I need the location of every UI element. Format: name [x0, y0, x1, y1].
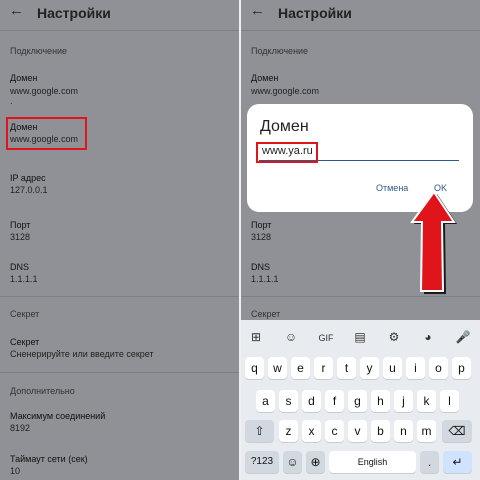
setting-title: DNS	[251, 262, 271, 272]
key-g[interactable]: g	[348, 390, 367, 412]
divider	[0, 372, 239, 373]
setting-value: 8192	[10, 423, 31, 433]
gif-icon[interactable]: GIF	[317, 333, 335, 343]
emoji-key-icon[interactable]: ☺	[283, 451, 302, 473]
setting-title: Порт	[10, 220, 31, 230]
key-p[interactable]: p	[452, 357, 471, 379]
section-connection: Подключение	[251, 46, 309, 56]
back-arrow-icon[interactable]: ←	[9, 2, 24, 19]
key-w[interactable]: w	[268, 357, 287, 379]
apps-grid-icon[interactable]: ⊞	[247, 330, 265, 344]
key-j[interactable]: j	[394, 390, 413, 412]
setting-value: 127.0.0.1	[10, 185, 48, 195]
setting-value: www.google.com	[10, 86, 79, 96]
section-additional: Дополнительно	[10, 386, 75, 396]
setting-extra: .	[10, 96, 13, 106]
app-bar: ← Настройки	[241, 0, 480, 26]
key-b[interactable]: b	[371, 420, 390, 442]
red-arrow-pointer	[410, 190, 457, 294]
key-c[interactable]: c	[325, 420, 344, 442]
key-z[interactable]: z	[279, 420, 298, 442]
enter-key-icon[interactable]: ↵	[443, 451, 472, 473]
palette-icon[interactable]: ◕	[419, 330, 437, 344]
page-title: Настройки	[37, 5, 111, 21]
key-f[interactable]: f	[325, 390, 344, 412]
key-s[interactable]: s	[279, 390, 298, 412]
section-secret: Секрет	[10, 309, 40, 319]
setting-title: IP адрес	[10, 173, 46, 183]
space-key[interactable]: English	[329, 451, 416, 473]
globe-key-icon[interactable]: ⊕	[306, 451, 325, 473]
app-bar: ← Настройки	[0, 0, 239, 26]
microphone-icon[interactable]: 🎤	[454, 330, 472, 344]
divider	[0, 30, 239, 31]
on-screen-keyboard: ⊞ ☺ GIF ▤ ⚙ ◕ 🎤 q w e r t y u i o p a s …	[241, 320, 480, 480]
key-v[interactable]: v	[348, 420, 367, 442]
divider	[0, 296, 239, 297]
key-e[interactable]: e	[291, 357, 310, 379]
section-secret: Секрет	[251, 309, 281, 319]
key-r[interactable]: r	[314, 357, 333, 379]
key-y[interactable]: y	[360, 357, 379, 379]
backspace-key-icon[interactable]: ⌫	[442, 420, 472, 442]
setting-value: 1.1.1.1	[251, 274, 279, 284]
key-m[interactable]: m	[417, 420, 436, 442]
divider	[241, 30, 480, 31]
key-k[interactable]: k	[417, 390, 436, 412]
setting-title: Максимум соединений	[10, 411, 106, 421]
key-l[interactable]: l	[440, 390, 459, 412]
key-u[interactable]: u	[383, 357, 402, 379]
period-key[interactable]: .	[420, 451, 439, 473]
setting-value: 3128	[10, 232, 31, 242]
setting-title: Домен	[251, 73, 279, 83]
setting-title: DNS	[10, 262, 30, 272]
settings-gear-icon[interactable]: ⚙	[385, 330, 403, 344]
dialog-title: Домен	[260, 118, 309, 135]
setting-value: 10	[10, 466, 21, 476]
back-arrow-icon[interactable]: ←	[250, 2, 265, 19]
key-t[interactable]: t	[337, 357, 356, 379]
setting-value: 3128	[251, 232, 272, 242]
key-h[interactable]: h	[371, 390, 390, 412]
setting-title: Секрет	[10, 337, 40, 347]
setting-title: Домен	[10, 73, 38, 83]
shift-key-icon[interactable]: ⇧	[245, 420, 274, 442]
cancel-button[interactable]: Отмена	[376, 183, 408, 193]
setting-title: Порт	[251, 220, 272, 230]
key-a[interactable]: a	[256, 390, 275, 412]
setting-title: Таймаут сети (сек)	[10, 454, 88, 464]
settings-screen-left: ← Настройки Подключение Домен www.google…	[0, 0, 239, 480]
setting-value: Сненерируйте или введите секрет	[10, 349, 154, 359]
page-title: Настройки	[278, 5, 352, 21]
key-q[interactable]: q	[245, 357, 264, 379]
key-n[interactable]: n	[394, 420, 413, 442]
clipboard-icon[interactable]: ▤	[351, 330, 369, 344]
section-connection: Подключение	[10, 46, 68, 56]
highlight-box	[256, 142, 318, 163]
key-x[interactable]: x	[302, 420, 321, 442]
setting-value: 1.1.1.1	[10, 274, 38, 284]
sticker-icon[interactable]: ☺	[282, 330, 300, 344]
key-i[interactable]: i	[406, 357, 425, 379]
symbols-key[interactable]: ?123	[245, 451, 279, 473]
key-d[interactable]: d	[302, 390, 321, 412]
setting-value: www.google.com	[251, 86, 320, 96]
key-o[interactable]: o	[429, 357, 448, 379]
highlight-box	[6, 117, 87, 150]
